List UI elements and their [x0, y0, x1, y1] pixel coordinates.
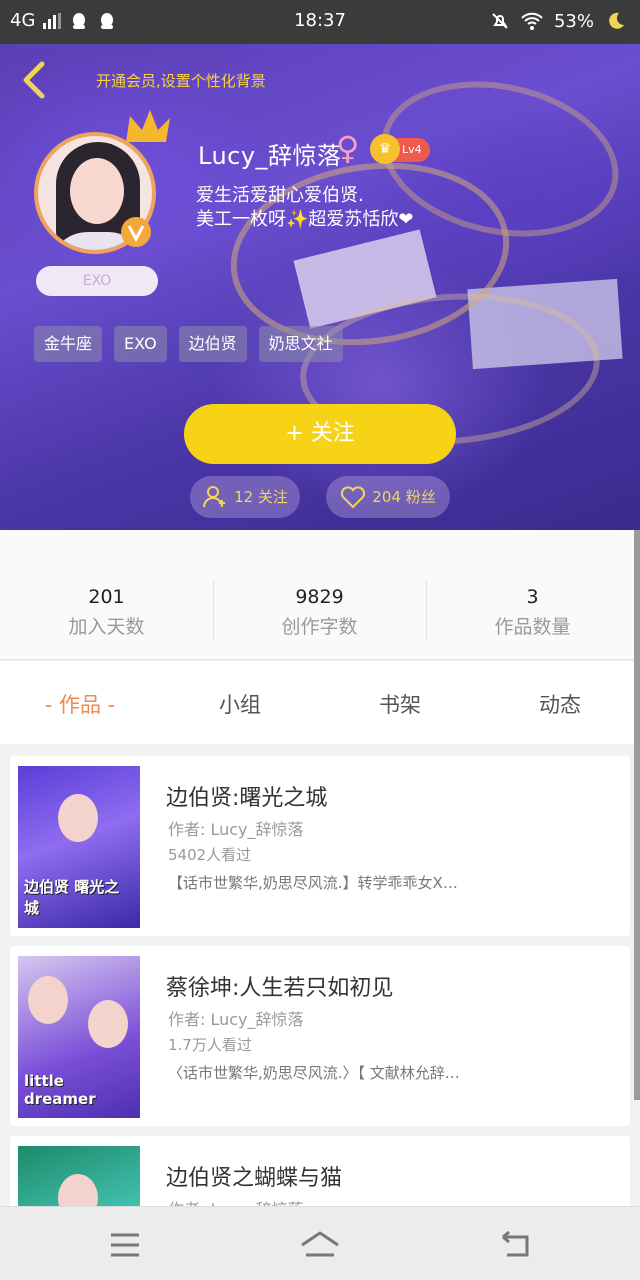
username: Lucy_辞惊落	[198, 142, 342, 170]
work-cover	[18, 1146, 140, 1206]
home-icon[interactable]	[298, 1225, 342, 1265]
tab-activity[interactable]: 动态	[480, 689, 640, 719]
followers-count: 204 粉丝	[372, 488, 436, 506]
level-crown-icon: ♛	[370, 134, 400, 164]
stat-works-count: 3 作品数量	[426, 586, 639, 639]
system-nav-bar	[0, 1206, 640, 1280]
cover-portrait	[88, 1000, 128, 1048]
work-author: 作者: Lucy_辞惊落	[168, 820, 304, 839]
cover-portrait	[58, 1174, 98, 1206]
moon-icon	[609, 12, 624, 29]
stat-word-count: 9829 创作字数	[213, 586, 426, 639]
user-add-icon	[203, 486, 226, 508]
profile-header: 开通会员,设置个性化背景 EXO Lucy_辞惊落 ♀ Lv4 ♛ 爱生活爱甜心…	[0, 44, 640, 530]
status-bar: 4G 18:37 53%	[0, 0, 640, 44]
profile-tags: 金牛座 EXO 边伯贤 奶思文社	[34, 326, 343, 362]
crown-icon	[126, 110, 170, 142]
stat-value: 9829	[295, 586, 344, 608]
tag-chip[interactable]: 金牛座	[34, 326, 103, 362]
work-author: 作者: Lucy_辞惊落	[168, 1196, 304, 1206]
stat-label: 加入天数	[68, 616, 145, 638]
work-description: 【话市世繁华,奶思尽风流.】转学乖乖女X…	[168, 874, 458, 892]
battery-level: 53%	[553, 10, 594, 32]
tag-chip[interactable]: 奶思文社	[258, 326, 343, 362]
stat-days-joined: 201 加入天数	[0, 586, 213, 639]
tab-groups[interactable]: 小组	[160, 689, 320, 719]
stat-label: 创作字数	[281, 616, 358, 638]
work-views: 1.7万人看过	[168, 1036, 252, 1054]
work-card[interactable]: 边伯贤 曙光之城 边伯贤:曙光之城 作者: Lucy_辞惊落 5402人看过 【…	[10, 756, 630, 936]
work-cover: 边伯贤 曙光之城	[18, 766, 140, 928]
back-icon[interactable]	[493, 1225, 537, 1265]
cover-portrait	[28, 976, 68, 1024]
fan-badge: EXO	[36, 266, 158, 296]
user-stats: 201 加入天数 9829 创作字数 3 作品数量	[0, 530, 640, 660]
tab-bookshelf[interactable]: 书架	[320, 689, 480, 719]
scrollbar[interactable]	[634, 530, 640, 1100]
profile-tabs: - 作品 - 小组 书架 动态	[0, 661, 640, 745]
following-count: 12 关注	[234, 488, 288, 506]
stat-label: 作品数量	[494, 616, 571, 638]
avatar-face	[70, 158, 124, 224]
followers-button[interactable]: 204 粉丝	[326, 476, 450, 518]
user-bio: 爱生活爱甜心爱伯贤. 美工一枚呀✨超爱苏恬欣❤	[196, 184, 414, 232]
works-list: 边伯贤 曙光之城 边伯贤:曙光之城 作者: Lucy_辞惊落 5402人看过 【…	[0, 746, 640, 1206]
stat-value: 201	[88, 586, 125, 608]
vip-background-tip[interactable]: 开通会员,设置个性化背景	[96, 70, 266, 91]
work-title: 边伯贤之蝴蝶与猫	[166, 1166, 343, 1191]
menu-icon[interactable]	[103, 1225, 147, 1265]
bio-line: 美工一枚呀✨超爱苏恬欣❤	[196, 209, 414, 230]
heart-icon	[341, 486, 366, 509]
follow-button[interactable]: + 关注	[184, 404, 456, 464]
tag-chip[interactable]: EXO	[114, 326, 167, 362]
bio-line: 爱生活爱甜心爱伯贤.	[196, 185, 364, 206]
female-gender-icon: ♀	[336, 129, 360, 167]
wifi-icon	[521, 12, 543, 30]
work-cover: little dreamer	[18, 956, 140, 1118]
cover-text: 边伯贤 曙光之城	[24, 878, 120, 917]
work-card[interactable]: 边伯贤之蝴蝶与猫 作者: Lucy_辞惊落	[10, 1136, 630, 1206]
work-card[interactable]: little dreamer 蔡徐坤:人生若只如初见 作者: Lucy_辞惊落 …	[10, 946, 630, 1126]
back-arrow-icon[interactable]	[18, 60, 52, 100]
work-title: 蔡徐坤:人生若只如初见	[166, 976, 394, 1001]
cover-portrait	[58, 794, 98, 842]
work-description: 〈话市世繁华,奶思尽风流.〉【 文献林允辞…	[168, 1064, 460, 1082]
stat-value: 3	[526, 586, 539, 608]
tab-works[interactable]: - 作品 -	[0, 689, 160, 719]
mute-bell-icon	[492, 13, 508, 29]
following-button[interactable]: 12 关注	[190, 476, 300, 518]
tag-chip[interactable]: 边伯贤	[178, 326, 247, 362]
work-author: 作者: Lucy_辞惊落	[168, 1010, 304, 1029]
work-title: 边伯贤:曙光之城	[166, 786, 328, 811]
verified-v-icon	[121, 217, 151, 247]
work-views: 5402人看过	[168, 846, 252, 864]
cover-text: little dreamer	[24, 1072, 96, 1108]
